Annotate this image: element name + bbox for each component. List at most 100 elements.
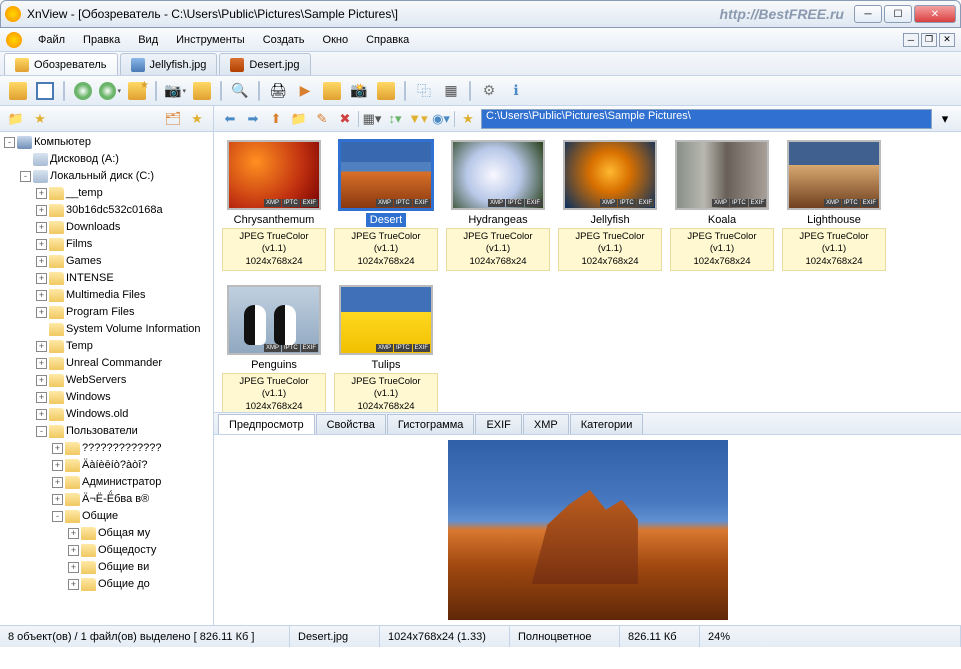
menu-справка[interactable]: Справка xyxy=(358,31,417,49)
webpage-button[interactable] xyxy=(374,79,398,103)
expand-icon[interactable]: + xyxy=(36,256,47,267)
expand-icon[interactable]: + xyxy=(52,460,63,471)
tree-node[interactable]: +Общая му xyxy=(68,525,211,542)
expand-icon[interactable]: + xyxy=(36,239,47,250)
address-bar[interactable]: C:\Users\Public\Pictures\Sample Pictures… xyxy=(481,109,932,129)
compare-button[interactable]: ▦ xyxy=(439,79,463,103)
tree-node[interactable]: +Äàíèēíò?àòî? xyxy=(52,457,211,474)
expand-icon[interactable]: + xyxy=(68,545,79,556)
expand-icon[interactable]: + xyxy=(52,477,63,488)
collapse-icon[interactable]: - xyxy=(4,137,15,148)
tree-node[interactable]: -Компьютер xyxy=(4,134,211,151)
bottom-tab-свойства[interactable]: Свойства xyxy=(316,414,386,434)
thumbnail-chrysanthemum[interactable]: XMPIPTCEXIFChrysanthemumJPEG TrueColor (… xyxy=(222,140,326,271)
expand-icon[interactable]: + xyxy=(36,341,47,352)
settings-button[interactable]: ⚙ xyxy=(477,79,501,103)
fav-star-button[interactable]: ★ xyxy=(30,109,50,129)
mdi-restore-button[interactable]: ❐ xyxy=(921,33,937,47)
favorites-button[interactable] xyxy=(125,79,149,103)
multi-button[interactable]: ⿻ xyxy=(412,79,436,103)
search-button[interactable]: 🔍 xyxy=(228,79,252,103)
expand-icon[interactable]: + xyxy=(68,562,79,573)
menu-правка[interactable]: Правка xyxy=(75,31,128,49)
expand-icon[interactable]: + xyxy=(36,375,47,386)
thumbnail-penguins[interactable]: XMPIPTCEXIFPenguinsJPEG TrueColor (v1.1)… xyxy=(222,285,326,412)
bottom-tab-гистограмма[interactable]: Гистограмма xyxy=(387,414,475,434)
thumbnail-desert[interactable]: XMPIPTCEXIFDesertJPEG TrueColor (v1.1)10… xyxy=(334,140,438,271)
nav-back-button[interactable]: ⬅ xyxy=(220,109,240,129)
mdi-minimize-button[interactable]: ─ xyxy=(903,33,919,47)
tree-node[interactable]: System Volume Information xyxy=(36,321,211,338)
tree-node[interactable]: +__temp xyxy=(36,185,211,202)
expand-icon[interactable]: + xyxy=(52,494,63,505)
tab-jellyfish-jpg[interactable]: Jellyfish.jpg xyxy=(120,53,218,75)
fullscreen-button[interactable] xyxy=(33,79,57,103)
tree-node[interactable]: +Multimedia Files xyxy=(36,287,211,304)
nav-fwd-button[interactable]: ➡ xyxy=(243,109,263,129)
tree-node[interactable]: +Администратор xyxy=(52,474,211,491)
mdi-close-button[interactable]: ✕ xyxy=(939,33,955,47)
tree-node[interactable]: +Windows xyxy=(36,389,211,406)
folder-tree[interactable]: -КомпьютерДисковод (A:)-Локальный диск (… xyxy=(0,132,214,625)
tree-node[interactable]: +Unreal Commander xyxy=(36,355,211,372)
tree-collapse-button[interactable]: 📁 xyxy=(6,109,26,129)
close-button[interactable]: ✕ xyxy=(914,5,956,23)
expand-icon[interactable]: + xyxy=(36,290,47,301)
open-button[interactable] xyxy=(190,79,214,103)
view-mode-button[interactable]: ▦▾ xyxy=(362,109,382,129)
bottom-tab-xmp[interactable]: XMP xyxy=(523,414,569,434)
expand-icon[interactable]: + xyxy=(68,579,79,590)
menu-создать[interactable]: Создать xyxy=(255,31,313,49)
tree-node[interactable]: +Общедосту xyxy=(68,542,211,559)
browse-button[interactable] xyxy=(6,79,30,103)
acquire-button[interactable]: 📷 xyxy=(163,79,187,103)
slideshow-button[interactable]: ▶ xyxy=(293,79,317,103)
tree-node[interactable]: +WebServers xyxy=(36,372,211,389)
expand-icon[interactable]: + xyxy=(36,358,47,369)
tree-node[interactable]: +Downloads xyxy=(36,219,211,236)
bottom-tab-категории[interactable]: Категории xyxy=(570,414,644,434)
tree-node[interactable]: +Temp xyxy=(36,338,211,355)
expand-icon[interactable]: + xyxy=(36,222,47,233)
nav-up-button[interactable]: ⬆ xyxy=(266,109,286,129)
print-button[interactable]: 🖨 xyxy=(266,79,290,103)
tree-node[interactable]: -Пользователи xyxy=(36,423,211,440)
thumbnail-hydrangeas[interactable]: XMPIPTCEXIFHydrangeasJPEG TrueColor (v1.… xyxy=(446,140,550,271)
tree-node[interactable]: +30b16dc532c0168a xyxy=(36,202,211,219)
minimize-button[interactable]: ─ xyxy=(854,5,882,23)
expand-icon[interactable]: + xyxy=(36,392,47,403)
menu-инструменты[interactable]: Инструменты xyxy=(168,31,253,49)
tree-node[interactable]: +Общие ви xyxy=(68,559,211,576)
collapse-icon[interactable]: - xyxy=(52,511,63,522)
thumbnail-jellyfish[interactable]: XMPIPTCEXIFJellyfishJPEG TrueColor (v1.1… xyxy=(558,140,662,271)
menu-файл[interactable]: Файл xyxy=(30,31,73,49)
sort-button[interactable]: ↕▾ xyxy=(385,109,405,129)
new-folder-button[interactable]: 📁 xyxy=(289,109,309,129)
expand-icon[interactable]: + xyxy=(36,273,47,284)
tree-tool-button[interactable]: 🗂 xyxy=(163,109,183,129)
expand-icon[interactable]: + xyxy=(36,409,47,420)
collapse-icon[interactable]: - xyxy=(36,426,47,437)
expand-icon[interactable]: + xyxy=(68,528,79,539)
tree-node[interactable]: +Windows.old xyxy=(36,406,211,423)
refresh-dropdown[interactable] xyxy=(98,79,122,103)
tab-desert-jpg[interactable]: Desert.jpg xyxy=(219,53,310,75)
bottom-tab-предпросмотр[interactable]: Предпросмотр xyxy=(218,414,315,434)
tree-node[interactable]: +INTENSE xyxy=(36,270,211,287)
bottom-tab-exif[interactable]: EXIF xyxy=(475,414,521,434)
expand-icon[interactable]: + xyxy=(36,307,47,318)
maximize-button[interactable]: ☐ xyxy=(884,5,912,23)
thumbnail-lighthouse[interactable]: XMPIPTCEXIFLighthouseJPEG TrueColor (v1.… xyxy=(782,140,886,271)
help-button[interactable]: ℹ xyxy=(504,79,528,103)
tree-node[interactable]: +Program Files xyxy=(36,304,211,321)
menu-окно[interactable]: Окно xyxy=(315,31,357,49)
addr-fav-button[interactable]: ★ xyxy=(458,109,478,129)
expand-icon[interactable]: + xyxy=(36,205,47,216)
tree-fav-button[interactable]: ★ xyxy=(187,109,207,129)
tree-node[interactable]: Дисковод (A:) xyxy=(20,151,211,168)
menu-вид[interactable]: Вид xyxy=(130,31,166,49)
tag-button[interactable]: ◉▾ xyxy=(431,109,451,129)
refresh-button[interactable] xyxy=(71,79,95,103)
tree-node[interactable]: +Ä¬Ё-Ё́бва в® xyxy=(52,491,211,508)
filter-button[interactable]: ▼▾ xyxy=(408,109,428,129)
